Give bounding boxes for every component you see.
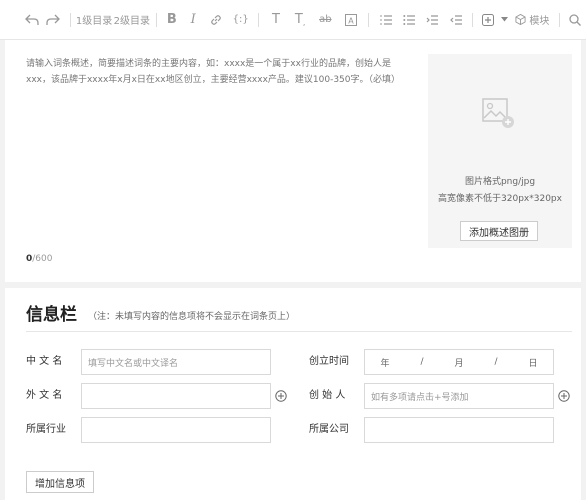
month-placeholder: 月 (454, 358, 464, 369)
toolbar-divider (368, 12, 370, 27)
toolbar-divider (558, 12, 560, 27)
toolbar-divider (69, 12, 71, 27)
outdent-icon[interactable] (444, 0, 467, 40)
formula-icon[interactable]: {:} (228, 0, 253, 40)
undo-icon[interactable] (22, 0, 41, 40)
add-founder-icon[interactable] (558, 390, 570, 402)
summary-image-upload[interactable]: 图片格式png/jpg 高宽像素不低于320px*320px 添加概述图册 (428, 54, 572, 248)
company-input[interactable] (364, 417, 554, 443)
summary-editor: 请输入词条概述，简要描述词条的主要内容，如：xxxx是一个属于xx行业的品牌，创… (5, 40, 581, 282)
toolbar-divider (258, 12, 260, 27)
summary-textarea[interactable]: 请输入词条概述，简要描述词条的主要内容，如：xxxx是一个属于xx行业的品牌，创… (26, 56, 406, 88)
insert-icon[interactable] (478, 0, 497, 40)
add-summary-album-button[interactable]: 添加概述图册 (460, 221, 538, 241)
date-separator: / (494, 357, 498, 367)
add-image-icon (482, 98, 514, 128)
industry-label: 所属行业 (26, 424, 66, 435)
module-label: 模块 (529, 16, 550, 27)
day-placeholder: 日 (528, 358, 538, 369)
date-separator: / (420, 357, 424, 367)
redo-icon[interactable] (41, 0, 64, 40)
ordered-list-icon[interactable] (374, 0, 397, 40)
module-icon (515, 14, 526, 25)
toolbar-divider (472, 12, 474, 27)
founded-date-input[interactable]: 年 / 月 / 日 (364, 349, 554, 375)
year-placeholder: 年 (380, 358, 390, 369)
text-style-icon[interactable]: T (264, 0, 287, 40)
unordered-list-icon[interactable] (397, 0, 420, 40)
image-format-hint: 图片格式png/jpg (464, 177, 536, 187)
founded-date-label: 创立时间 (309, 356, 349, 367)
image-size-hint: 高宽像素不低于320px*320px (438, 194, 562, 204)
dropdown-icon[interactable] (498, 0, 512, 40)
subscript-icon[interactable]: T, (288, 0, 313, 40)
editor-toolbar: 1级目录 2级目录 B I {:} T T, ab A 模块 (0, 0, 586, 40)
heading-2-button[interactable]: 2级目录 (112, 0, 151, 40)
foreign-name-label: 外 文 名 (26, 390, 63, 401)
toolbar-divider (156, 12, 158, 27)
text-box-icon[interactable]: A (338, 0, 363, 40)
industry-input[interactable] (81, 417, 271, 443)
heading-1-button[interactable]: 1级目录 (76, 0, 113, 40)
founder-label: 创 始 人 (309, 390, 346, 401)
founder-input[interactable]: 如有多项请点击+号添加 (364, 383, 554, 409)
char-counter: 0/600 (26, 254, 52, 264)
company-label: 所属公司 (309, 424, 349, 435)
divider (26, 331, 572, 332)
indent-icon[interactable] (421, 0, 444, 40)
search-icon[interactable] (565, 0, 586, 40)
chinese-name-input[interactable]: 填写中文名或中文译名 (81, 349, 271, 375)
add-info-item-button[interactable]: 增加信息项 (26, 471, 94, 493)
foreign-name-input[interactable] (81, 383, 271, 409)
add-foreign-name-icon[interactable] (275, 390, 287, 402)
info-section: 信息栏 （注：未填写内容的信息项将不会显示在词条页上） 中 文 名 填写中文名或… (5, 288, 581, 500)
char-count-max: /600 (32, 254, 53, 264)
bold-icon[interactable]: B (162, 0, 181, 40)
info-section-note: （注：未填写内容的信息项将不会显示在词条页上） (88, 312, 296, 322)
link-icon[interactable] (205, 0, 228, 40)
strikethrough-icon[interactable]: ab (313, 0, 338, 40)
chinese-name-label: 中 文 名 (26, 356, 63, 367)
svg-text:A: A (348, 16, 354, 25)
italic-icon[interactable]: I (182, 0, 205, 40)
module-button[interactable]: 模块 (511, 0, 554, 40)
info-section-title: 信息栏 (26, 305, 77, 325)
